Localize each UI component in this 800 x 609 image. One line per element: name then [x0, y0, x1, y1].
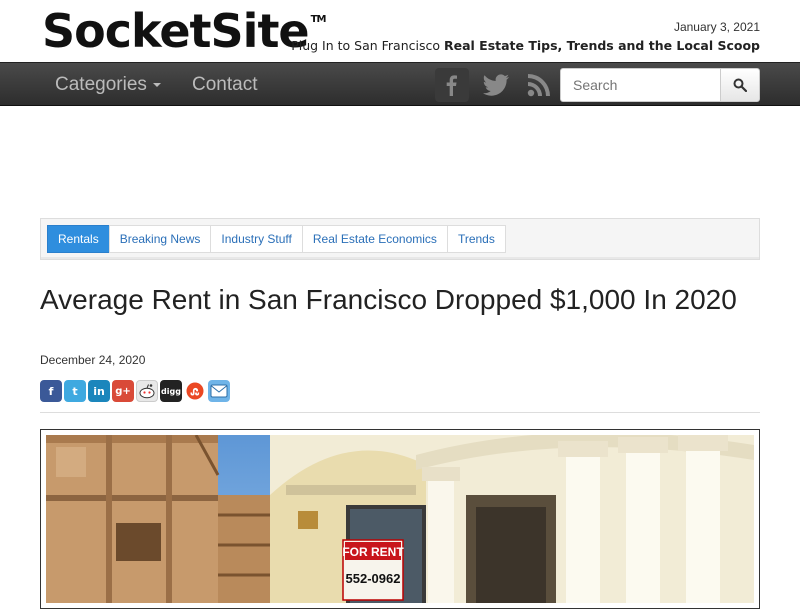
logo-text: SocketSite: [42, 4, 310, 58]
search-icon: [733, 78, 747, 92]
article-title: Average Rent in San Francisco Dropped $1…: [40, 284, 737, 315]
sign-phone: 552-0962: [346, 571, 401, 586]
contact-link[interactable]: Contact: [192, 74, 257, 96]
twitter-icon[interactable]: [479, 68, 513, 102]
google-plus-icon[interactable]: g+: [112, 380, 134, 402]
chevron-down-icon: [152, 82, 161, 87]
content-divider: [40, 412, 760, 413]
tagline-plain: Plug In to San Francisco: [291, 38, 444, 53]
site-tagline: Plug In to San Francisco Real Estate Tip…: [291, 38, 760, 53]
share-buttons: f t in g+ digg: [40, 380, 230, 402]
categories-dropdown[interactable]: Categories: [55, 74, 161, 96]
article-date: December 24, 2020: [40, 353, 146, 367]
tab-trends[interactable]: Trends: [446, 225, 506, 253]
current-date: January 3, 2021: [673, 20, 760, 34]
main-navbar: Categories Contact: [0, 62, 800, 106]
tab-rentals[interactable]: Rentals: [47, 225, 110, 253]
linkedin-icon[interactable]: in: [88, 380, 110, 402]
stumbleupon-icon[interactable]: [184, 380, 206, 402]
tab-real-estate-economics[interactable]: Real Estate Economics: [301, 225, 448, 253]
tagline-bold: Real Estate Tips, Trends and the Local S…: [443, 38, 760, 53]
email-icon[interactable]: [208, 380, 230, 402]
search-button[interactable]: [720, 68, 760, 102]
facebook-icon[interactable]: f: [40, 380, 62, 402]
tab-breaking-news[interactable]: Breaking News: [108, 225, 212, 253]
facebook-icon[interactable]: [435, 68, 469, 102]
article-photo-frame: FOR RENT 552-0962: [40, 429, 760, 609]
site-header: SocketSite TM January 3, 2021 Plug In to …: [0, 0, 800, 62]
trademark-mark: TM: [310, 14, 327, 25]
rss-icon[interactable]: [522, 68, 556, 102]
article-photo[interactable]: FOR RENT 552-0962: [46, 435, 754, 603]
search-input[interactable]: [560, 68, 721, 102]
category-tabs: Rentals Breaking News Industry Stuff Rea…: [47, 225, 506, 253]
twitter-icon[interactable]: t: [64, 380, 86, 402]
sign-title: FOR RENT: [342, 545, 404, 559]
category-tabs-bar: Rentals Breaking News Industry Stuff Rea…: [40, 218, 760, 260]
tab-industry-stuff[interactable]: Industry Stuff: [210, 225, 303, 253]
site-logo[interactable]: SocketSite TM: [42, 4, 327, 58]
digg-icon[interactable]: digg: [160, 380, 182, 402]
reddit-icon[interactable]: [136, 380, 158, 402]
categories-label: Categories: [55, 74, 147, 95]
